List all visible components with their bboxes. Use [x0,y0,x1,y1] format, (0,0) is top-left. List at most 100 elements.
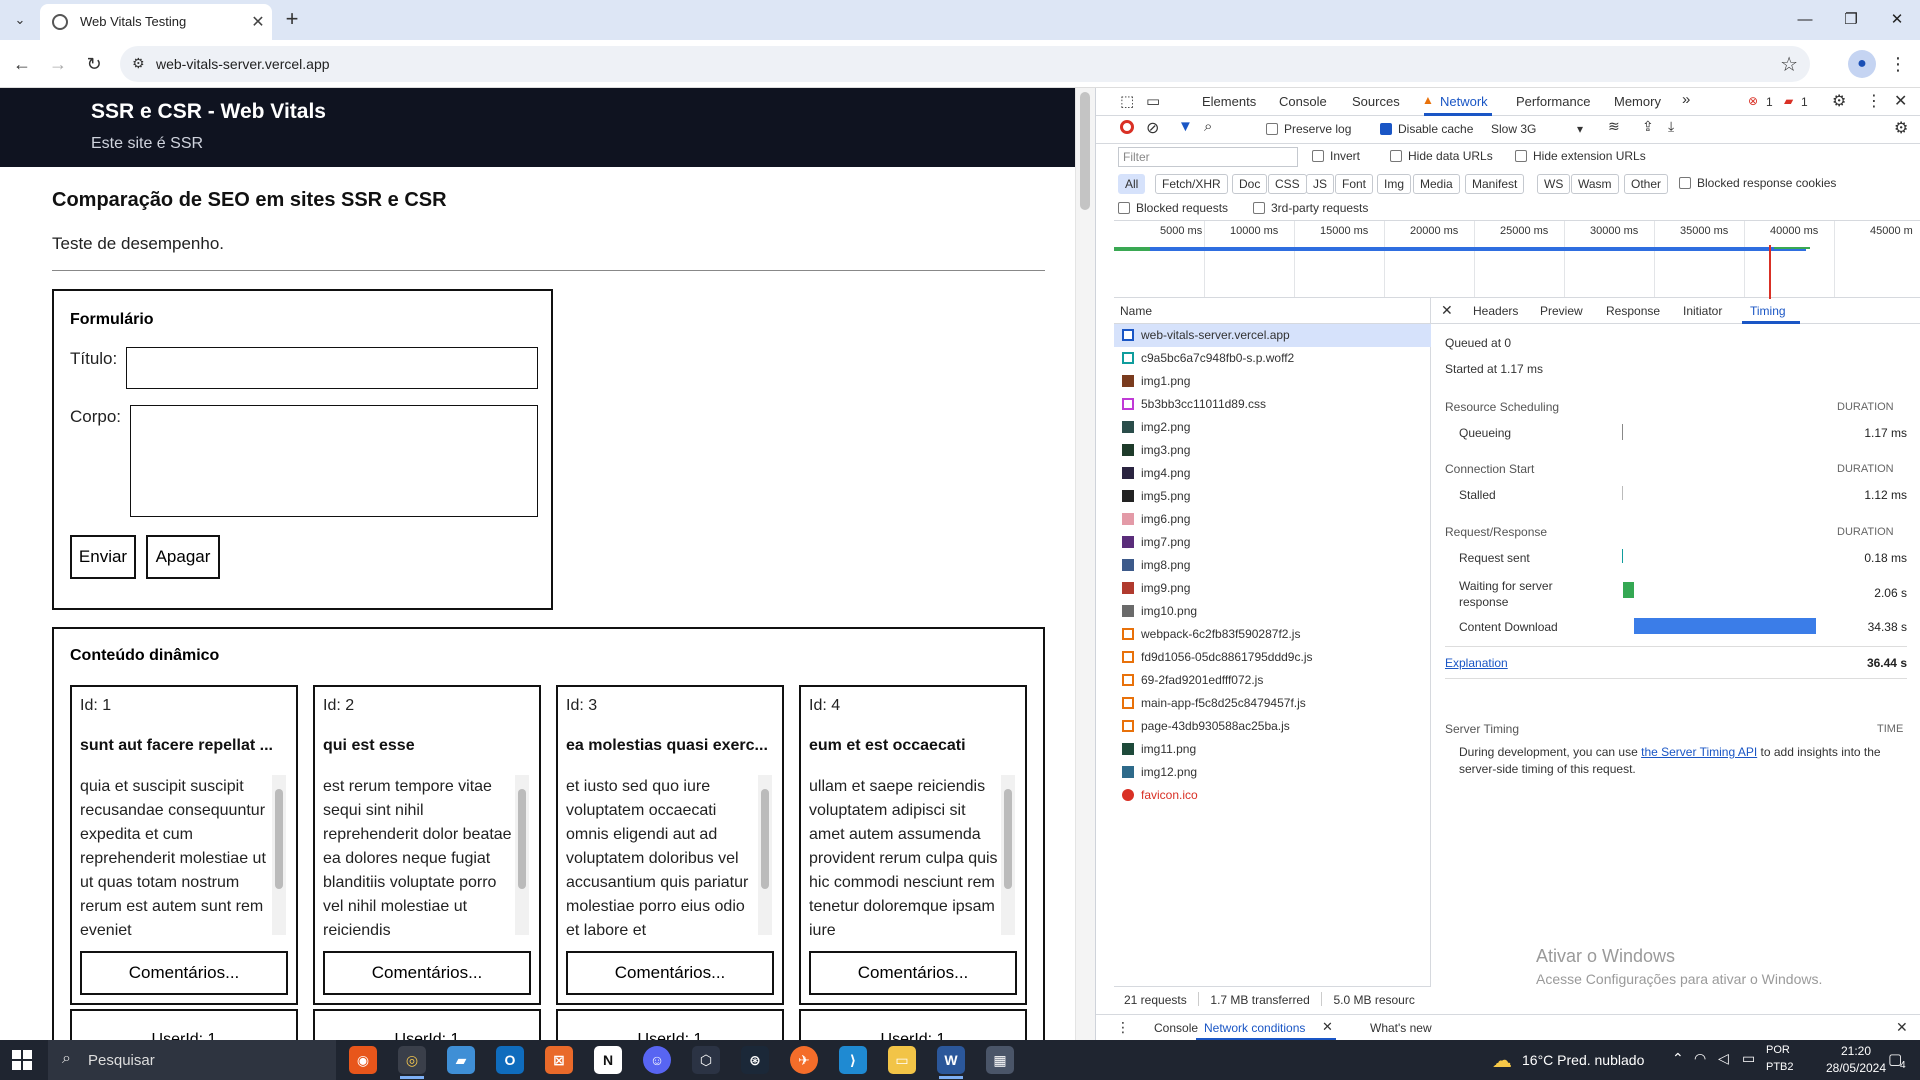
hide-extension-urls-checkbox[interactable]: Hide extension URLs [1515,149,1646,163]
request-row[interactable]: img3.png [1114,439,1431,462]
apagar-button[interactable]: Apagar [146,535,220,579]
comments-button[interactable]: Comentários... [80,951,288,995]
close-devtools-icon[interactable]: ✕ [1894,91,1907,111]
weather-text[interactable]: 16°C Pred. nublado [1522,1052,1644,1068]
drawer-tab-close-icon[interactable]: ✕ [1322,1019,1333,1035]
filter-img[interactable]: Img [1377,174,1412,194]
firefox-icon[interactable]: ◉ [349,1046,377,1074]
back-button[interactable]: ← [8,50,36,78]
tray-overflow-icon[interactable]: ⌃ [1672,1050,1684,1067]
app-icon[interactable]: ▰ [447,1046,475,1074]
record-icon[interactable] [1120,120,1134,134]
tab-headers[interactable]: Headers [1473,304,1518,318]
chrome-icon[interactable]: ◎ [398,1046,426,1074]
search-icon[interactable]: ⌕ [1204,118,1212,135]
request-row[interactable]: img11.png [1114,738,1431,761]
taskbar-search[interactable]: ⌕ Pesquisar [48,1040,336,1080]
browser-tab-active[interactable]: Web Vitals Testing ✕ [40,4,272,40]
error-count[interactable]: 1 [1766,95,1773,109]
vscode-icon[interactable]: ⟩ [839,1046,867,1074]
request-row[interactable]: main-app-f5c8d25c8479457f.js [1114,692,1431,715]
bookmark-star-icon[interactable]: ☆ [1780,52,1798,77]
filter-doc[interactable]: Doc [1232,174,1268,194]
request-row[interactable]: web-vitals-server.vercel.app [1114,324,1431,347]
inspect-element-icon[interactable]: ⬚ [1120,92,1134,110]
notion-icon[interactable]: N [594,1046,622,1074]
tab-network[interactable]: Network [1440,94,1488,109]
drawer-tab-whats-new[interactable]: What's new [1370,1021,1432,1035]
explanation-link[interactable]: Explanation [1445,656,1508,670]
wifi-icon[interactable]: ◠ [1694,1050,1706,1067]
comments-button[interactable]: Comentários... [323,951,531,995]
xampp-icon[interactable]: ⊠ [545,1046,573,1074]
scrollbar-thumb[interactable] [1004,789,1012,889]
battery-icon[interactable]: ▭ [1742,1050,1755,1067]
clear-icon[interactable]: ⊘ [1146,118,1159,138]
titulo-input[interactable] [126,347,538,389]
minimize-button[interactable]: — [1782,6,1828,34]
request-row[interactable]: c9a5bc6a7c948fb0-s.p.woff2 [1114,347,1431,370]
blocked-response-cookies-checkbox[interactable]: Blocked response cookies [1679,176,1836,190]
import-har-icon[interactable]: ⇪ [1642,118,1654,135]
tab-initiator[interactable]: Initiator [1683,304,1722,318]
discord-icon[interactable]: ☺ [643,1046,671,1074]
request-row[interactable]: img10.png [1114,600,1431,623]
drawer-menu-icon[interactable]: ⋮ [1116,1019,1130,1036]
error-icon[interactable]: ⊗ [1748,94,1758,108]
outlook-icon[interactable]: O [496,1046,524,1074]
issue-count[interactable]: 1 [1801,95,1808,109]
url-text[interactable]: web-vitals-server.vercel.app [156,56,330,72]
post-body-scrollbar[interactable] [272,775,286,935]
request-row[interactable]: img9.png [1114,577,1431,600]
close-drawer-icon[interactable]: ✕ [1896,1019,1908,1036]
post-body-scrollbar[interactable] [758,775,772,935]
filter-media[interactable]: Media [1413,174,1460,194]
comments-button[interactable]: Comentários... [566,951,774,995]
request-row[interactable]: img7.png [1114,531,1431,554]
tab-performance[interactable]: Performance [1516,94,1590,109]
filter-other[interactable]: Other [1624,174,1669,194]
word-icon[interactable]: W [937,1046,965,1074]
tab-preview[interactable]: Preview [1540,304,1583,318]
filter-icon[interactable]: ▼ [1178,118,1193,135]
clock-time[interactable]: 21:20 [1816,1044,1896,1058]
restore-button[interactable]: ❐ [1828,6,1874,34]
keyboard-layout-indicator[interactable]: PTB2 [1766,1061,1794,1073]
tab-timing[interactable]: Timing [1750,304,1786,318]
settings-gear-icon[interactable]: ⚙ [1832,91,1846,111]
volume-icon[interactable]: ◁ [1718,1050,1729,1067]
scrollbar-thumb[interactable] [275,789,283,889]
new-tab-button[interactable]: + [280,6,304,32]
invert-checkbox[interactable]: Invert [1312,149,1360,163]
blocked-requests-checkbox[interactable]: Blocked requests [1118,201,1228,215]
windows-start-icon[interactable] [12,1050,32,1070]
preserve-log-checkbox[interactable]: Preserve log [1266,122,1351,136]
file-explorer-icon[interactable]: ▭ [888,1046,916,1074]
drawer-active-tab[interactable]: Network conditions ✕ [1196,1015,1336,1041]
network-conditions-icon[interactable]: ≋ [1608,118,1620,135]
request-row[interactable]: img6.png [1114,508,1431,531]
issue-icon[interactable]: ▰ [1784,94,1793,108]
address-bar[interactable]: ⚙ web-vitals-server.vercel.app ☆ [120,46,1810,82]
weather-icon[interactable]: ☁ [1492,1048,1512,1073]
close-detail-icon[interactable]: ✕ [1441,302,1453,319]
site-info-icon[interactable]: ⚙ [132,55,145,72]
network-settings-icon[interactable]: ⚙ [1894,118,1908,138]
device-toolbar-icon[interactable]: ▭ [1146,92,1160,110]
steam-icon[interactable]: ⊛ [741,1046,769,1074]
network-timeline-overview[interactable]: 5000 ms 10000 ms 15000 ms 20000 ms 25000… [1114,220,1920,299]
language-indicator[interactable]: POR [1766,1044,1790,1056]
virtualbox-icon[interactable]: ⬡ [692,1046,720,1074]
request-row[interactable]: favicon.ico [1114,784,1431,807]
browser-menu-icon[interactable]: ⋮ [1888,50,1908,78]
post-body-scrollbar[interactable] [1001,775,1015,935]
post-body-scrollbar[interactable] [515,775,529,935]
tab-elements[interactable]: Elements [1202,94,1256,109]
request-row[interactable]: img5.png [1114,485,1431,508]
tab-close-icon[interactable]: ✕ [248,12,268,32]
filter-manifest[interactable]: Manifest [1465,174,1525,194]
tab-memory[interactable]: Memory [1614,94,1661,109]
filter-font[interactable]: Font [1335,174,1374,194]
clock-date[interactable]: 28/05/2024 [1816,1061,1896,1075]
filter-input[interactable]: Filter [1118,147,1298,167]
